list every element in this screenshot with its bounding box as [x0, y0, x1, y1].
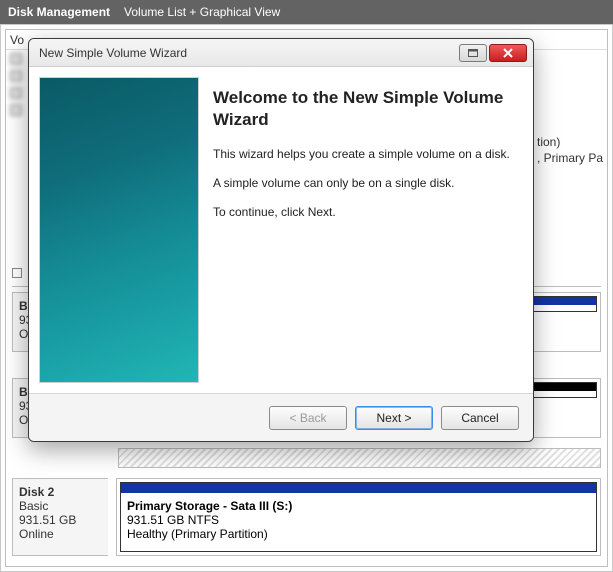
partition-health: Healthy (Primary Partition)	[127, 527, 268, 541]
hatched-area	[118, 444, 601, 468]
volume-icon	[10, 70, 22, 82]
wizard-titlebar[interactable]: New Simple Volume Wizard	[29, 39, 533, 67]
app-title: Disk Management	[8, 5, 110, 19]
wizard-title: New Simple Volume Wizard	[39, 46, 457, 60]
volume-icon	[10, 53, 22, 65]
view-mode-label: Volume List + Graphical View	[124, 5, 280, 19]
disk-row: Disk 2 Basic 931.51 GB Online Primary St…	[12, 478, 601, 556]
wizard-paragraph: This wizard helps you create a simple vo…	[213, 147, 521, 162]
disk-info-left: Disk 2 Basic 931.51 GB Online	[12, 478, 108, 556]
disk-type: Basic	[19, 499, 48, 513]
wizard-sidebar-graphic	[39, 77, 199, 383]
partition-box[interactable]: Primary Storage - Sata III (S:) 931.51 G…	[120, 482, 597, 552]
disk-map: Primary Storage - Sata III (S:) 931.51 G…	[116, 478, 601, 556]
partition-fragment-line: tion)	[537, 134, 603, 150]
wizard-content: Welcome to the New Simple Volume Wizard …	[211, 77, 523, 383]
volume-icon	[10, 87, 22, 99]
volume-header-fragment: Vo	[10, 33, 24, 47]
wizard-button-bar: < Back Next > Cancel	[29, 393, 533, 441]
disk-name: Disk 2	[19, 485, 54, 499]
next-button[interactable]: Next >	[355, 406, 433, 430]
partition-fragment-line: , Primary Pa	[537, 150, 603, 166]
disk-status: Online	[19, 527, 54, 541]
partition-status-fragment: tion) , Primary Pa	[537, 134, 607, 166]
partition-label: Primary Storage - Sata III (S:)	[127, 499, 292, 513]
wizard-heading: Welcome to the New Simple Volume Wizard	[213, 87, 521, 131]
maximize-button[interactable]	[459, 44, 487, 62]
cancel-button[interactable]: Cancel	[441, 406, 519, 430]
wizard-dialog: New Simple Volume Wizard Welcome to the …	[28, 38, 534, 442]
close-icon	[502, 48, 514, 58]
back-button: < Back	[269, 406, 347, 430]
app-toolbar: Disk Management Volume List + Graphical …	[0, 0, 613, 24]
partition-details: 931.51 GB NTFS	[127, 513, 219, 527]
close-button[interactable]	[489, 44, 527, 62]
disk-size: 931.51 GB	[19, 513, 76, 527]
maximize-icon	[468, 49, 478, 57]
wizard-body: Welcome to the New Simple Volume Wizard …	[29, 67, 533, 393]
wizard-paragraph: A simple volume can only be on a single …	[213, 176, 521, 191]
wizard-paragraph: To continue, click Next.	[213, 205, 521, 220]
scroll-left-icon[interactable]	[12, 268, 22, 278]
volume-icon	[10, 104, 22, 116]
